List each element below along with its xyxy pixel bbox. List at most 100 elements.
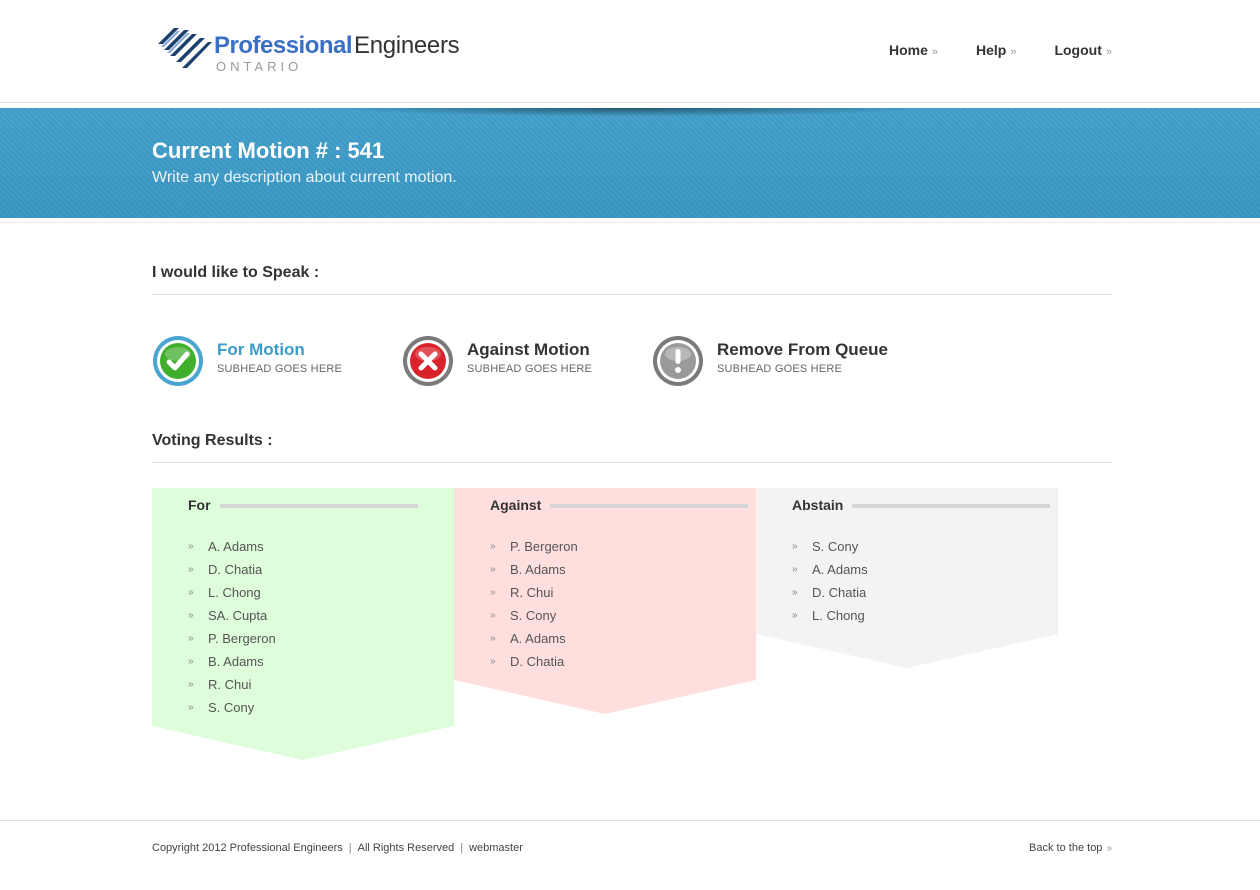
list-item: » A. Adams [188,535,276,558]
list-item: » S. Cony [188,696,276,719]
exclamation-circle-icon [653,336,703,386]
motion-banner: Current Motion # : 541 Write any descrip… [0,108,1260,218]
voter-name: P. Bergeron [208,631,276,646]
footer-divider [0,820,1260,821]
bullet-icon: » [188,587,194,598]
back-to-top-link[interactable]: Back to the top» [1029,842,1112,854]
motion-description: Write any description about current moti… [152,169,457,186]
voter-name: B. Adams [510,562,566,577]
for-column-title-bar [220,504,418,508]
for-voter-list: » A. Adams » D. Chatia » L. Chong » SA. Cupt… [188,535,276,719]
voter-name: R. Chui [208,677,252,692]
back-to-top-label: Back to the top [1029,842,1103,854]
voting-divider [152,462,1112,463]
bullet-icon: » [490,656,496,667]
nav-logout-link[interactable]: Logout» [1054,42,1112,58]
list-item: » SA. Cupta [188,604,276,627]
logo[interactable]: Professional Engineers ONTARIO [156,22,476,76]
abstain-voter-list: » S. Cony » A. Adams » D. Chatia » L. Chong [792,535,868,627]
header: Professional Engineers ONTARIO Home» Hel… [0,0,1260,103]
for-motion-title: For Motion [217,340,305,359]
voter-name: L. Chong [208,585,261,600]
bullet-icon: » [490,610,496,621]
for-motion-option[interactable]: For Motion SUBHEAD GOES HERE [152,335,392,389]
copyright-text: Copyright 2012 Professional Engineers [152,842,343,854]
logo-word-professional: Professional [214,32,353,59]
list-item: » A. Adams [792,558,868,581]
bullet-icon: » [792,610,798,621]
nav-arrow-icon: » [931,46,938,58]
voter-name: A. Adams [208,539,264,554]
bullet-icon: » [188,541,194,552]
bullet-icon: » [188,656,194,667]
nav-help-label: Help [975,42,1007,58]
logo-stripes-icon [158,28,212,68]
bullet-icon: » [490,587,496,598]
voting-heading: Voting Results : [152,432,273,449]
voter-name: S. Cony [510,608,557,623]
bullet-icon: » [188,564,194,575]
nav-logout-label: Logout [1054,42,1102,58]
remove-from-queue-subhead: SUBHEAD GOES HERE [717,363,843,375]
footer-copyright: Copyright 2012 Professional Engineers | Al… [152,842,523,854]
for-column-title: For [188,497,211,513]
webmaster-link[interactable]: webmaster [469,842,523,854]
voter-name: B. Adams [208,654,264,669]
voter-name: L. Chong [812,608,865,623]
bullet-icon: » [490,564,496,575]
voter-name: R. Chui [510,585,554,600]
banner-divider [0,222,1260,223]
voter-name: D. Chatia [510,654,565,669]
voter-name: D. Chatia [208,562,263,577]
list-item: » P. Bergeron [188,627,276,650]
x-circle-icon [403,336,453,386]
voter-name: D. Chatia [812,585,867,600]
logo-word-engineers: Engineers [354,32,460,59]
bullet-icon: » [188,633,194,644]
check-circle-icon [153,336,203,386]
bullet-icon: » [792,587,798,598]
list-item: » B. Adams [188,650,276,673]
list-item: » S. Cony [490,604,578,627]
nav-arrow-icon: » [1105,46,1112,58]
bullet-icon: » [490,633,496,644]
nav-help-link[interactable]: Help» [976,42,1016,58]
speak-divider [152,294,1112,295]
list-item: » R. Chui [490,581,578,604]
main-nav: Home» Help» Logout» [851,42,1112,58]
rights-text: All Rights Reserved [357,842,455,854]
bullet-icon: » [792,564,798,575]
speak-heading: I would like to Speak : [152,264,320,281]
against-column-title-bar [550,504,748,508]
voter-name: P. Bergeron [510,539,578,554]
abstain-column-title-bar [852,504,1050,508]
abstain-column-title: Abstain [792,497,844,513]
footer-separator: | [348,842,352,854]
bullet-icon: » [188,679,194,690]
bullet-icon: » [490,541,496,552]
for-motion-subhead: SUBHEAD GOES HERE [217,363,343,375]
against-motion-title: Against Motion [467,340,590,359]
list-item: » P. Bergeron [490,535,578,558]
remove-from-queue-option[interactable]: Remove From Queue SUBHEAD GOES HERE [652,335,892,389]
voter-name: S. Cony [208,700,255,715]
footer-separator: | [460,842,464,854]
logo-subtitle: ONTARIO [216,59,303,74]
against-column-title: Against [490,497,542,513]
list-item: » D. Chatia [188,558,276,581]
voter-name: SA. Cupta [208,608,268,623]
nav-home-label: Home [888,42,928,58]
remove-from-queue-title: Remove From Queue [717,340,888,359]
back-to-top-arrow-icon: » [1106,843,1112,854]
against-motion-option[interactable]: Against Motion SUBHEAD GOES HERE [402,335,642,389]
voter-name: S. Cony [812,539,859,554]
voter-name: A. Adams [510,631,566,646]
bullet-icon: » [792,541,798,552]
bullet-icon: » [188,702,194,713]
list-item: » A. Adams [490,627,578,650]
nav-home-link[interactable]: Home» [889,42,938,58]
against-motion-subhead: SUBHEAD GOES HERE [467,363,593,375]
nav-arrow-icon: » [1010,46,1017,58]
voter-name: A. Adams [812,562,868,577]
motion-title: Current Motion # : 541 [152,138,385,163]
